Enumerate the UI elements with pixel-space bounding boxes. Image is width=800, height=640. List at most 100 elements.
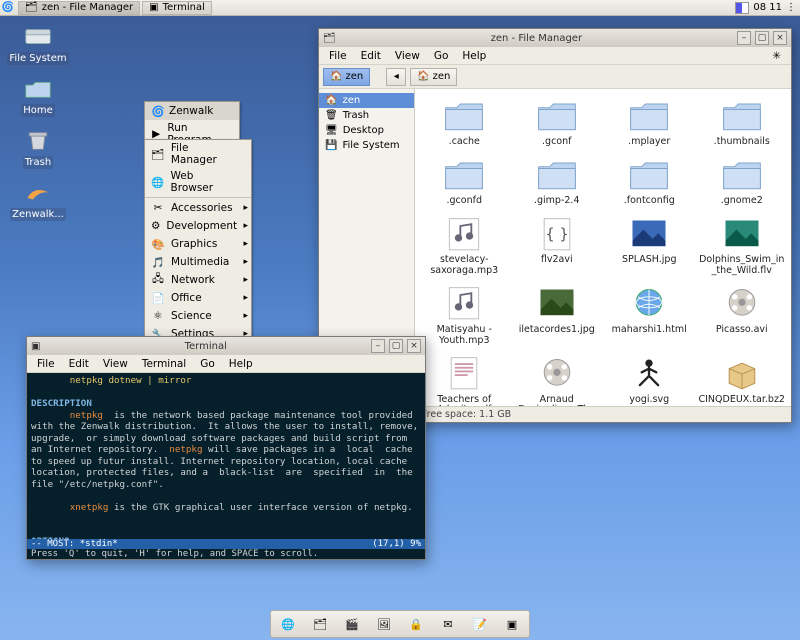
file-item[interactable]: .thumbnails [697, 95, 788, 148]
dock-lock-icon[interactable]: 🔒 [405, 613, 427, 635]
path-segment-zen-2[interactable]: 🏠zen [410, 68, 457, 86]
maximize-button[interactable]: ▢ [755, 31, 769, 45]
terminal-output[interactable]: netpkg dotnew | mirror DESCRIPTION netpk… [27, 373, 425, 539]
fm-pathbar: 🏠zen ◂ 🏠zen [319, 65, 791, 89]
file-name: .gimp-2.4 [512, 196, 603, 207]
file-item[interactable]: .fontconfig [604, 154, 695, 207]
path-segment-zen[interactable]: 🏠zen [323, 68, 370, 86]
dock-editor-icon[interactable]: 📝 [469, 613, 491, 635]
desktop-icon-filesystem[interactable]: File System [6, 26, 70, 65]
throbber-icon: ✳ [766, 49, 787, 63]
trash-icon [24, 130, 52, 154]
maximize-button[interactable]: ▢ [389, 339, 403, 353]
file-item[interactable]: .gnome2 [697, 154, 788, 207]
file-item[interactable]: CINQDEUX.tar.bz2 [697, 353, 788, 406]
home-folder-icon [24, 78, 52, 102]
minimize-button[interactable]: – [737, 31, 751, 45]
file-item[interactable]: .mplayer [604, 95, 695, 148]
menu-terminal[interactable]: Terminal [136, 357, 192, 371]
file-item[interactable]: { }flv2avi [512, 213, 603, 277]
file-item[interactable]: Arnaud Desjardins - The Message of the [512, 353, 603, 406]
menu-development[interactable]: ⚙Development [145, 217, 251, 235]
menu-help[interactable]: Help [456, 49, 492, 63]
file-item[interactable]: SPLASH.jpg [604, 213, 695, 277]
dock-mail-icon[interactable]: ✉ [437, 613, 459, 635]
sidebar-item-trash[interactable]: 🗑Trash [319, 108, 414, 123]
menu-graphics[interactable]: 🎨Graphics [145, 235, 251, 253]
dock-web-icon[interactable]: 🌐 [277, 613, 299, 635]
menu-file-manager[interactable]: 🗂File Manager [145, 140, 251, 168]
file-item[interactable]: yogi.svg [604, 353, 695, 406]
menu-go[interactable]: Go [428, 49, 455, 63]
term-titlebar[interactable]: ▣ Terminal – ▢ × [27, 337, 425, 355]
menu-network[interactable]: 🖧Network [145, 271, 251, 289]
file-item[interactable]: .gconfd [419, 154, 510, 207]
menu-edit[interactable]: Edit [63, 357, 95, 371]
sidebar-item-filesystem[interactable]: 💾File System [319, 138, 414, 153]
drive-icon [24, 26, 52, 50]
window-title: Terminal [44, 341, 367, 352]
taskbar-label: Terminal [163, 2, 205, 13]
menu-help[interactable]: Help [223, 357, 259, 371]
close-button[interactable]: × [773, 31, 787, 45]
file-type-icon [720, 353, 764, 393]
menu-go[interactable]: Go [194, 357, 221, 371]
sidebar-item-zen[interactable]: 🏠zen [319, 93, 414, 108]
sidebar-item-desktop[interactable]: 🖥Desktop [319, 123, 414, 138]
app-menu-launcher[interactable]: 🌀 [0, 1, 16, 15]
file-item[interactable]: Matisyahu - Youth.mp3 [419, 283, 510, 347]
file-type-icon [720, 95, 764, 135]
office-icon: 📄 [151, 291, 165, 305]
menu-view[interactable]: View [389, 49, 426, 63]
file-item[interactable]: stevelacy-saxoraga.mp3 [419, 213, 510, 277]
minimize-button[interactable]: – [371, 339, 385, 353]
fm-titlebar[interactable]: 🗂 zen - File Manager – ▢ × [319, 29, 791, 47]
close-button[interactable]: × [407, 339, 421, 353]
fm-icon-grid[interactable]: .cache.gconf.mplayer.thumbnails.gconfd.g… [415, 89, 791, 406]
zenwalk-icon: 🌀 [151, 104, 165, 118]
menu-edit[interactable]: Edit [355, 49, 387, 63]
file-item[interactable]: Teachers of Advaita.pdf [419, 353, 510, 406]
desktop-icon-home[interactable]: Home [6, 78, 70, 117]
multimedia-icon: 🎵 [151, 255, 165, 269]
file-item[interactable]: Dolphins_Swim_in_the_Wild.flv [697, 213, 788, 277]
network-icon: 🖧 [151, 273, 165, 287]
file-name: yogi.svg [604, 395, 695, 406]
dock-media-icon[interactable]: 🎬 [341, 613, 363, 635]
file-item[interactable]: .gconf [512, 95, 603, 148]
file-item[interactable]: .cache [419, 95, 510, 148]
file-type-icon [627, 213, 671, 253]
desktop-icon-zenwalk[interactable]: Zenwalk... [6, 182, 70, 221]
dock-picture-icon[interactable]: 🖼 [373, 613, 395, 635]
menu-office[interactable]: 📄Office [145, 289, 251, 307]
file-item[interactable]: maharshi1.html [604, 283, 695, 347]
folder-icon: 🗂 [151, 147, 165, 161]
menu-multimedia[interactable]: 🎵Multimedia [145, 253, 251, 271]
dock-terminal-icon[interactable]: ▣ [501, 613, 523, 635]
taskbar-button-fm[interactable]: 🗂 zen - File Manager [18, 1, 140, 15]
taskbar-button-term[interactable]: ▣ Terminal [142, 1, 212, 15]
file-type-icon [535, 154, 579, 194]
menu-science[interactable]: ⚛Science [145, 307, 251, 325]
menu-file[interactable]: File [31, 357, 61, 371]
menu-accessories[interactable]: ✂Accessories [145, 199, 251, 217]
file-type-icon [442, 154, 486, 194]
menu-view[interactable]: View [97, 357, 134, 371]
menu-file[interactable]: File [323, 49, 353, 63]
file-type-icon [720, 283, 764, 323]
fm-menubar: File Edit View Go Help ✳ [319, 47, 791, 65]
file-type-icon [442, 283, 486, 323]
file-item[interactable]: iletacordes1.jpg [512, 283, 603, 347]
menu-icon[interactable]: ⋮ [786, 2, 796, 13]
file-name: Dolphins_Swim_in_the_Wild.flv [697, 255, 788, 277]
dock-filemanager-icon[interactable]: 🗂 [309, 613, 331, 635]
file-item[interactable]: .gimp-2.4 [512, 154, 603, 207]
terminal-window: ▣ Terminal – ▢ × File Edit View Terminal… [26, 336, 426, 560]
workspace-switcher[interactable] [735, 2, 749, 14]
file-type-icon [627, 283, 671, 323]
menu-web-browser[interactable]: 🌐Web Browser [145, 168, 251, 196]
file-item[interactable]: Picasso.avi [697, 283, 788, 347]
file-type-icon [442, 353, 486, 393]
desktop-icon-trash[interactable]: Trash [6, 130, 70, 169]
path-back-button[interactable]: ◂ [386, 68, 406, 86]
